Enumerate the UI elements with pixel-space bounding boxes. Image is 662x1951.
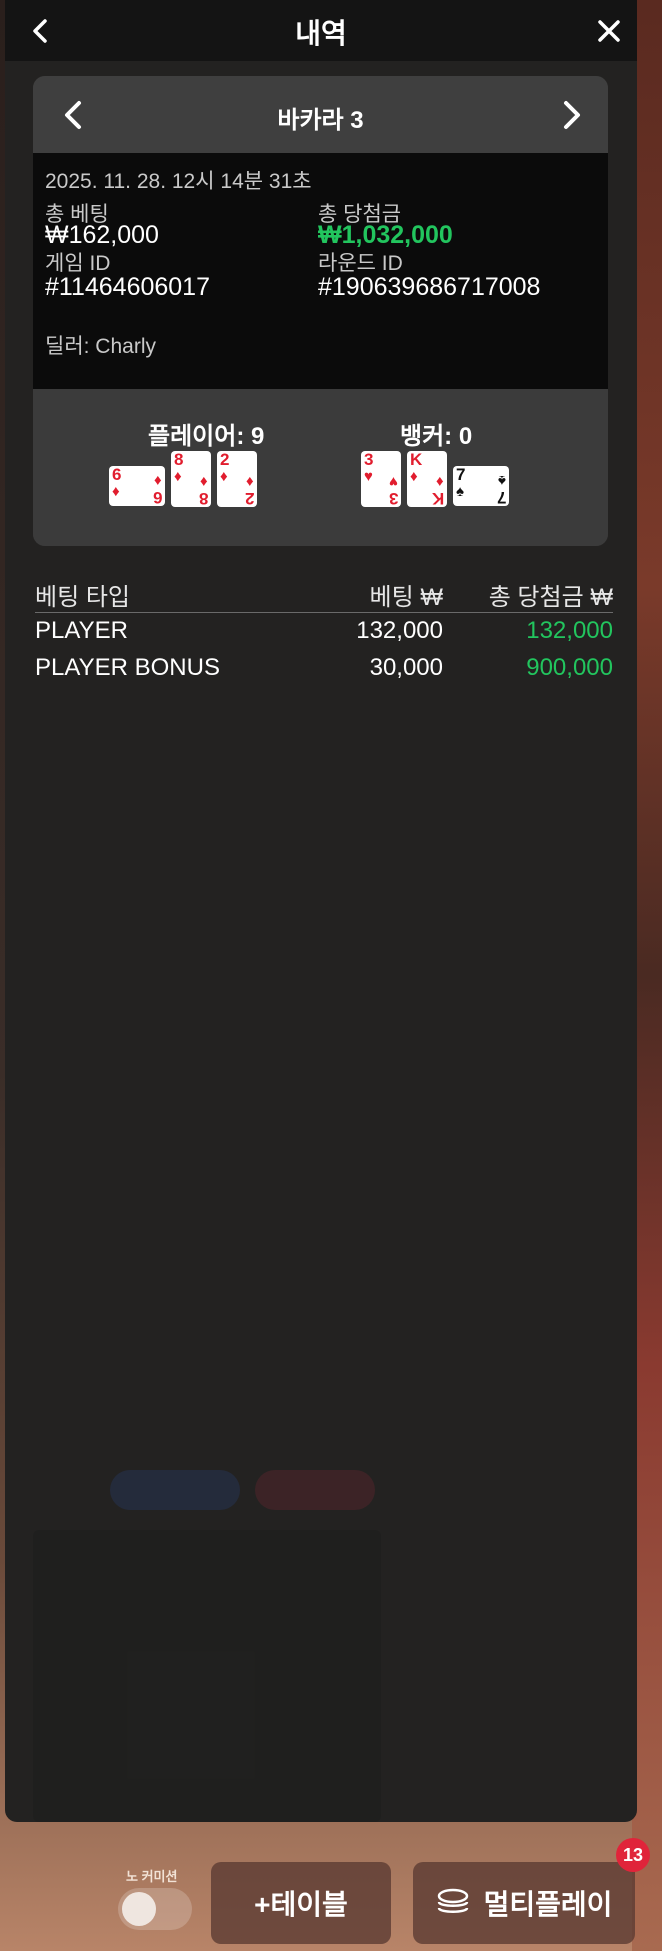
add-table-label: +테이블 xyxy=(254,1889,348,1920)
total-bet-value: ₩162,000 xyxy=(45,221,159,249)
page-title: 내역 xyxy=(295,18,347,49)
background-chip-blur xyxy=(110,1470,240,1510)
playing-card: 7 ♠ 7 ♠ xyxy=(453,466,509,507)
table-navigator: 바카라 3 xyxy=(33,76,608,153)
add-table-button[interactable]: +테이블 xyxy=(211,1862,391,1944)
round-datetime: 2025. 11. 28. 12시 14분 31초 xyxy=(45,170,312,193)
history-panel: 내역 바카라 3 2025. 11. 28. 12시 14분 31초 총 베팅 … xyxy=(5,0,637,1822)
round-info: 2025. 11. 28. 12시 14분 31초 총 베팅 ₩162,000 … xyxy=(33,153,608,389)
bet-type-header: 베팅 타입 xyxy=(35,584,130,611)
round-cards: 플레이어: 9 뱅커: 0 6 ♦ 6 ♦ 8 ♦ 8 ♦ 2 ♦ 2 ♦ 3 ♥ 3 ♥ K ♦ K ♦ 7 ♠ 7 ♠ xyxy=(33,389,608,546)
bet-amount-header: 베팅 ₩ xyxy=(369,584,443,611)
multiplay-label: 멀티플레이 xyxy=(483,1889,613,1920)
table-row: PLAYER BONUS 30,000 900,000 xyxy=(35,654,613,690)
bet-type: PLAYER xyxy=(35,617,128,644)
game-id-value: #11464606017 xyxy=(45,273,210,301)
win-amount-header: 총 당첨금 ₩ xyxy=(488,584,613,611)
playing-card: 2 ♦ 2 ♦ xyxy=(217,451,257,508)
win-amount: 132,000 xyxy=(526,617,613,644)
bet-type: PLAYER BONUS xyxy=(35,654,220,681)
player-score: 플레이어: 9 xyxy=(148,423,265,450)
close-icon[interactable] xyxy=(595,17,623,45)
round-detail-card: 바카라 3 2025. 11. 28. 12시 14분 31초 총 베팅 ₩16… xyxy=(33,76,608,546)
table-name: 바카라 3 xyxy=(277,107,364,134)
toggle-knob xyxy=(122,1892,156,1926)
total-win-value: ₩1,032,000 xyxy=(318,221,453,249)
chips-stack-icon xyxy=(437,1888,468,1913)
header-bar: 내역 xyxy=(5,0,637,61)
playing-card: 8 ♦ 8 ♦ xyxy=(171,451,211,508)
playing-card: K ♦ K ♦ xyxy=(407,451,447,508)
table-row: PLAYER 132,000 132,000 xyxy=(35,617,613,653)
bets-table-header: 베팅 타입 베팅 ₩ 총 당첨금 ₩ xyxy=(35,575,613,613)
next-round-icon[interactable] xyxy=(554,98,588,132)
background-blur-panel xyxy=(33,1530,381,1822)
no-commission-label: 노 커미션 xyxy=(126,1869,178,1884)
multiplay-count-badge: 13 xyxy=(616,1838,650,1872)
background-chip-blur xyxy=(255,1470,375,1510)
win-amount: 900,000 xyxy=(526,654,613,681)
playing-card: 3 ♥ 3 ♥ xyxy=(361,451,401,508)
banker-score: 뱅커: 0 xyxy=(400,423,473,450)
bet-amount: 30,000 xyxy=(369,654,443,681)
no-commission-toggle[interactable] xyxy=(118,1888,192,1930)
dealer-name: 딜러: Charly xyxy=(45,335,156,358)
playing-card: 6 ♦ 6 ♦ xyxy=(109,466,165,507)
round-id-value: #190639686717008 xyxy=(318,273,541,301)
multiplay-button[interactable]: 멀티플레이 xyxy=(413,1862,635,1944)
bet-amount: 132,000 xyxy=(356,617,443,644)
